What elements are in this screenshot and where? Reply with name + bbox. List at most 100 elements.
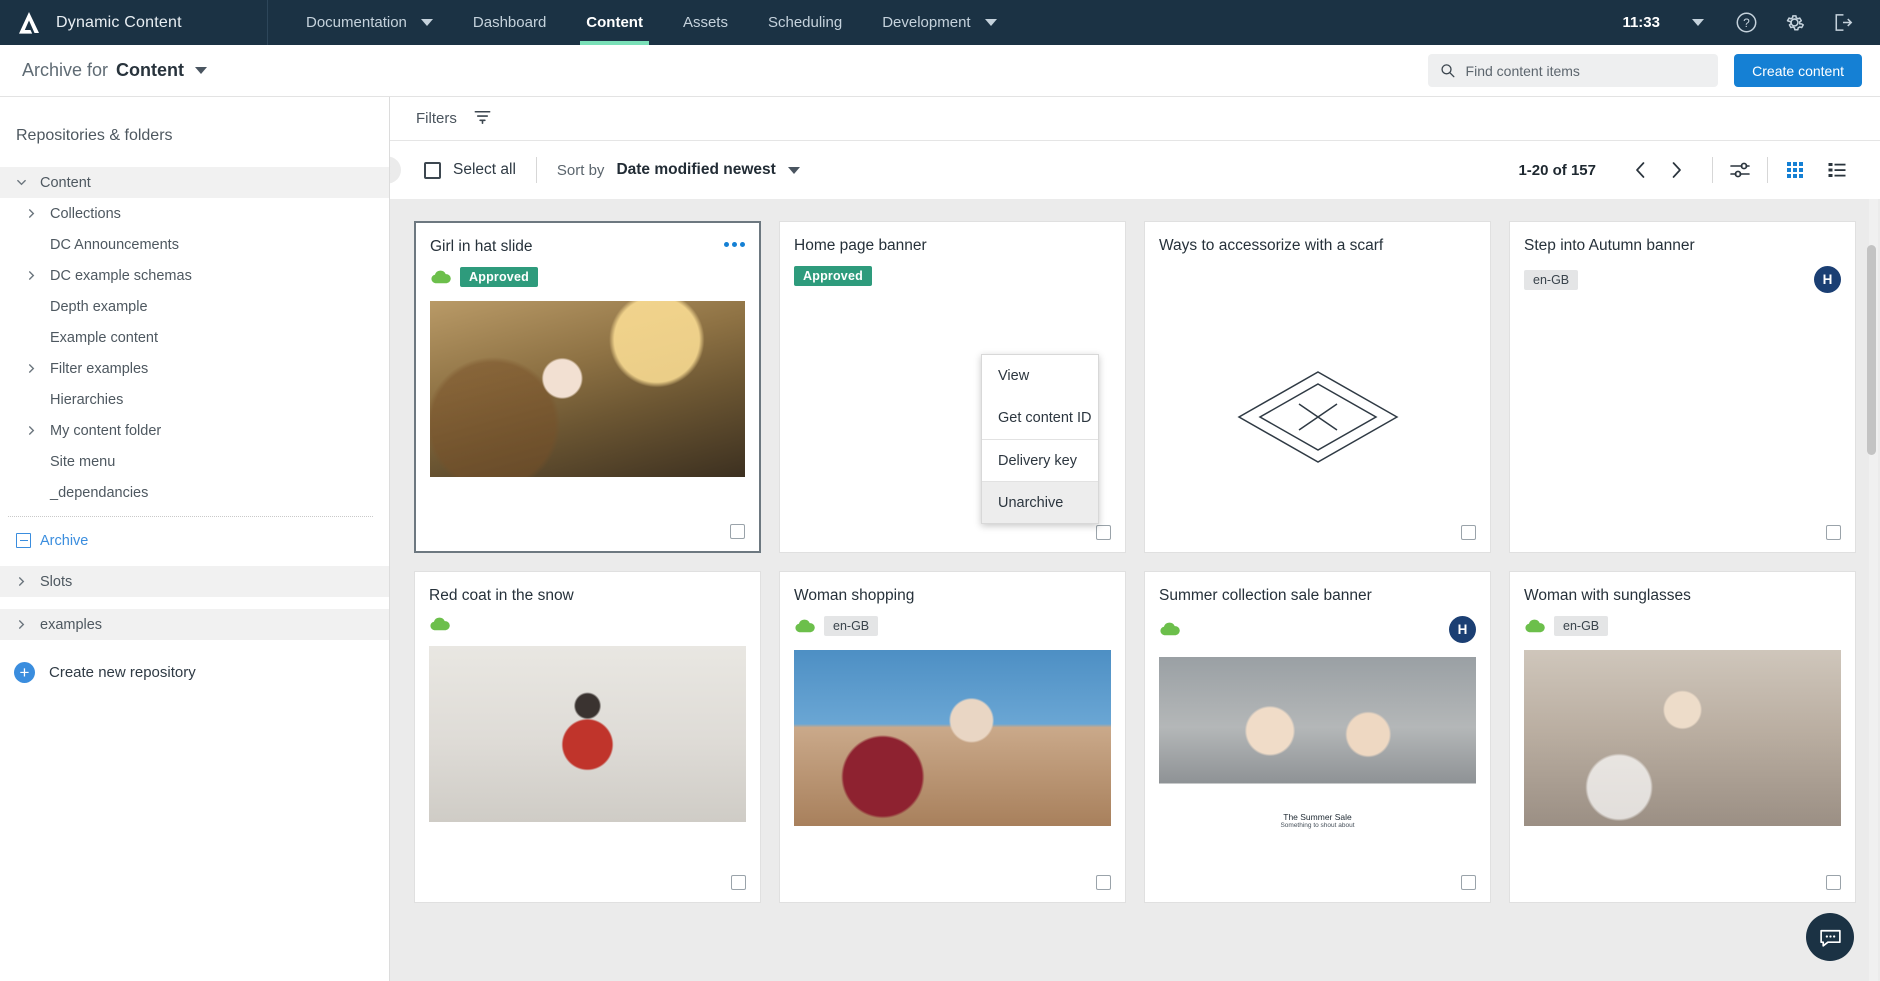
chevron-right-icon[interactable]: [26, 425, 48, 436]
card-thumbnail: The Summer Sale Something to shout about: [1159, 657, 1476, 833]
sidebar-item-hierarchies[interactable]: Hierarchies: [0, 384, 389, 415]
previous-page-button[interactable]: [1622, 152, 1658, 188]
chevron-right-icon[interactable]: [26, 270, 48, 281]
chevron-right-icon[interactable]: [16, 576, 38, 587]
next-page-button[interactable]: [1658, 152, 1694, 188]
chevron-left-icon: [1635, 162, 1644, 178]
sidebar-item-depth-example[interactable]: Depth example: [0, 291, 389, 322]
sidebar-item-label: DC example schemas: [50, 267, 192, 284]
chevron-right-icon[interactable]: [16, 619, 38, 630]
card-select-checkbox[interactable]: [1461, 525, 1476, 540]
archive-box-icon: [16, 533, 38, 548]
display-settings-button[interactable]: [1719, 152, 1761, 188]
card-select-checkbox[interactable]: [1826, 525, 1841, 540]
cloud-icon: [1524, 619, 1545, 634]
content-card[interactable]: Red coat in the snow: [414, 571, 761, 903]
sub-header-right-group: Create content: [1428, 54, 1862, 87]
card-metadata-row: Approved: [780, 256, 1125, 286]
sidebar-item-label: DC Announcements: [50, 236, 179, 253]
card-select-checkbox[interactable]: [1461, 875, 1476, 890]
nav-item-documentation[interactable]: Documentation: [286, 0, 453, 45]
card-title: Home page banner: [794, 237, 927, 254]
toolbar-divider: [535, 157, 537, 183]
avatar[interactable]: H: [1449, 616, 1476, 643]
card-select-checkbox[interactable]: [1096, 525, 1111, 540]
brand-logo-group[interactable]: Dynamic Content: [0, 0, 268, 45]
sidebar-item-site-menu[interactable]: Site menu: [0, 446, 389, 477]
card-header: Home page banner: [780, 222, 1125, 256]
context-menu-item-delivery-key[interactable]: Delivery key: [982, 439, 1098, 481]
chevron-right-icon[interactable]: [26, 363, 48, 374]
card-select-checkbox[interactable]: [1096, 875, 1111, 890]
pagination-count: 1-20 of 157: [1518, 161, 1596, 179]
sidebar-item-my-content-folder[interactable]: My content folder: [0, 415, 389, 446]
search-input[interactable]: [1465, 62, 1707, 79]
chevron-down-icon[interactable]: [787, 166, 800, 174]
nav-item-development[interactable]: Development: [862, 0, 1016, 45]
card-select-checkbox[interactable]: [731, 875, 746, 890]
context-menu-item-get-content-id[interactable]: Get content ID: [982, 397, 1098, 439]
sidebar-item-archive[interactable]: Archive: [0, 525, 389, 556]
thumbnail-caption-line2: Something to shout about: [1280, 822, 1355, 829]
help-button[interactable]: ?: [1722, 0, 1770, 45]
select-all-checkbox[interactable]: [424, 161, 441, 179]
settings-button[interactable]: [1770, 0, 1818, 45]
avatar[interactable]: H: [1814, 266, 1841, 293]
sidebar-item-label: Site menu: [50, 453, 116, 470]
scrollbar-thumb[interactable]: [1867, 245, 1876, 455]
card-title: Ways to accessorize with a scarf: [1159, 237, 1384, 254]
chevron-right-icon: [1672, 162, 1681, 178]
nav-item-label: Assets: [682, 14, 728, 31]
nav-item-dashboard[interactable]: Dashboard: [453, 0, 566, 45]
filter-icon[interactable]: [473, 107, 492, 131]
sidebar-item-content[interactable]: Content: [0, 167, 389, 198]
archive-title-dropdown[interactable]: Archive for Content: [22, 60, 208, 81]
card-metadata-row: [1145, 256, 1490, 282]
chat-support-button[interactable]: [1806, 913, 1854, 961]
sidebar-item-example-content[interactable]: Example content: [0, 322, 389, 353]
card-more-options-button[interactable]: [724, 237, 745, 247]
sidebar-item-dependancies[interactable]: _dependancies: [0, 477, 389, 508]
create-content-button[interactable]: Create content: [1734, 54, 1862, 87]
card-context-menu[interactable]: View Get content ID Delivery key Unarchi…: [981, 354, 1099, 524]
create-new-repository-button[interactable]: + Create new repository: [0, 640, 389, 683]
nav-item-content[interactable]: Content: [566, 0, 663, 45]
card-select-checkbox[interactable]: [730, 524, 745, 539]
collapse-sidebar-button[interactable]: [390, 156, 401, 184]
filters-label: Filters: [416, 110, 457, 127]
content-card[interactable]: Ways to accessorize with a scarf: [1144, 221, 1491, 553]
select-all-group[interactable]: Select all: [424, 161, 516, 179]
card-select-checkbox[interactable]: [1826, 875, 1841, 890]
nav-item-scheduling[interactable]: Scheduling: [748, 0, 862, 45]
context-menu-item-unarchive[interactable]: Unarchive: [982, 481, 1098, 523]
sidebar-item-collections[interactable]: Collections: [0, 198, 389, 229]
filters-bar[interactable]: Filters: [390, 97, 1880, 141]
archive-title-prefix: Archive for: [22, 60, 109, 80]
card-thumbnail: [794, 650, 1111, 826]
content-card[interactable]: Woman with sunglasses en-GB: [1509, 571, 1856, 903]
scrollbar-track[interactable]: [1867, 199, 1878, 981]
content-card[interactable]: Step into Autumn banner en-GB H: [1509, 221, 1856, 553]
sidebar-item-filter-examples[interactable]: Filter examples: [0, 353, 389, 384]
content-card[interactable]: Summer collection sale banner H The Summ…: [1144, 571, 1491, 903]
list-view-button[interactable]: [1816, 152, 1858, 188]
chevron-right-icon[interactable]: [26, 208, 48, 219]
sidebar-item-label: Collections: [50, 205, 121, 222]
sidebar-item-slots[interactable]: Slots: [0, 566, 389, 597]
sidebar-item-examples[interactable]: examples: [0, 609, 389, 640]
toolbar-right-group: 1-20 of 157: [1518, 152, 1858, 188]
logout-button[interactable]: [1818, 0, 1866, 45]
sort-by-value[interactable]: Date modified newest: [616, 161, 775, 179]
clock-dropdown-button[interactable]: [1674, 0, 1722, 45]
content-card[interactable]: Girl in hat slide Approved: [414, 221, 761, 553]
grid-view-button[interactable]: [1774, 152, 1816, 188]
sidebar-item-dc-announcements[interactable]: DC Announcements: [0, 229, 389, 260]
search-box[interactable]: [1428, 54, 1719, 87]
primary-nav-items: Documentation Dashboard Content Assets S…: [268, 0, 1017, 45]
content-card[interactable]: Woman shopping en-GB: [779, 571, 1126, 903]
context-menu-item-view[interactable]: View: [982, 355, 1098, 397]
chevron-down-icon[interactable]: [16, 177, 38, 188]
sidebar-item-dc-example-schemas[interactable]: DC example schemas: [0, 260, 389, 291]
chevron-down-icon: [195, 67, 208, 74]
nav-item-assets[interactable]: Assets: [663, 0, 748, 45]
